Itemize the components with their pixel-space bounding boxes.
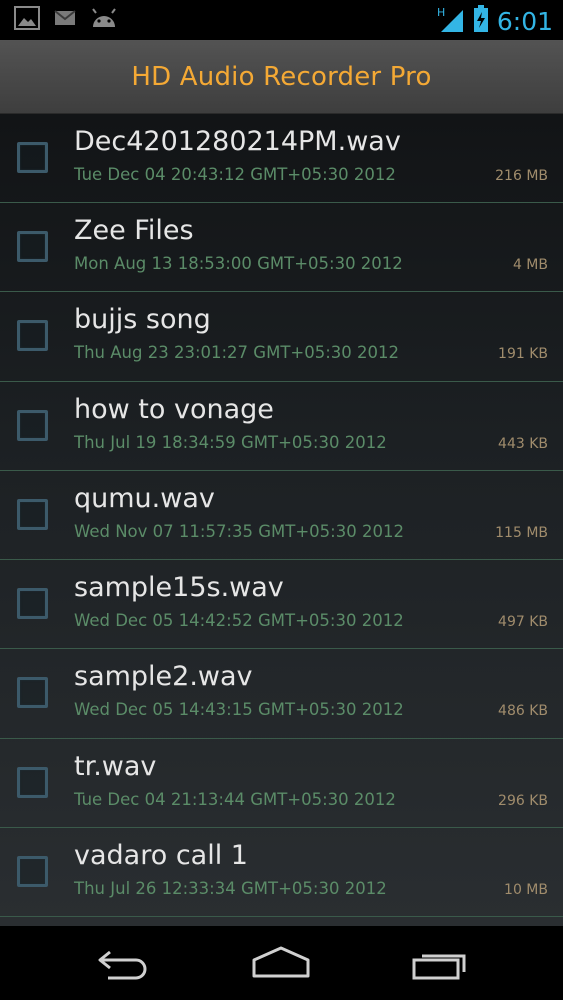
signal-label: H (437, 6, 445, 19)
select-checkbox[interactable] (17, 498, 48, 530)
file-date: Thu Jul 19 18:34:59 GMT+05:30 2012 (74, 432, 387, 452)
list-item[interactable]: Dec4201280214PM.wav Tue Dec 04 20:43:12 … (0, 114, 563, 203)
signal-icon: H (437, 4, 465, 38)
list-item[interactable]: sample15s.wav Wed Dec 05 14:42:52 GMT+05… (0, 560, 563, 650)
file-list: Dec4201280214PM.wav Tue Dec 04 20:43:12 … (0, 114, 563, 926)
file-name: Dec4201280214PM.wav (74, 126, 401, 157)
select-checkbox[interactable] (17, 677, 48, 709)
file-size: 115 MB (495, 524, 548, 541)
select-checkbox[interactable] (17, 142, 48, 173)
home-icon[interactable] (250, 944, 312, 984)
file-date: Thu Aug 23 23:01:27 GMT+05:30 2012 (74, 343, 400, 363)
select-checkbox[interactable] (17, 856, 48, 888)
file-date: Tue Dec 04 21:13:44 GMT+05:30 2012 (74, 789, 396, 809)
app-title: HD Audio Recorder Pro (131, 61, 432, 92)
file-date: Wed Nov 07 11:57:35 GMT+05:30 2012 (74, 521, 404, 541)
file-date: Tue Dec 04 20:43:12 GMT+05:30 2012 (74, 165, 396, 184)
list-item[interactable]: bujjs song Thu Aug 23 23:01:27 GMT+05:30… (0, 292, 563, 382)
list-item[interactable]: how to vonage Thu Jul 19 18:34:59 GMT+05… (0, 382, 563, 471)
list-item[interactable]: tr.wav Tue Dec 04 21:13:44 GMT+05:30 201… (0, 739, 563, 829)
file-name: sample15s.wav (74, 572, 284, 604)
select-checkbox[interactable] (17, 409, 48, 441)
file-size: 191 KB (498, 346, 548, 363)
navigation-bar (0, 926, 563, 1000)
file-name: vadaro call 1 (74, 840, 248, 872)
mail-icon (54, 9, 76, 31)
status-bar: H 6:01 (0, 0, 563, 40)
select-checkbox[interactable] (17, 231, 48, 262)
status-clock: 6:01 (496, 6, 553, 36)
file-size: 486 KB (498, 703, 548, 720)
file-name: qumu.wav (74, 482, 215, 514)
file-name: bujjs song (74, 304, 211, 336)
list-item[interactable]: qumu.wav Wed Nov 07 11:57:35 GMT+05:30 2… (0, 471, 563, 561)
battery-icon (473, 5, 489, 37)
file-size: 296 KB (498, 792, 548, 809)
file-name: sample2.wav (74, 661, 253, 693)
file-size: 10 MB (504, 882, 548, 899)
file-name: how to vonage (74, 393, 274, 425)
file-size: 216 MB (495, 168, 548, 184)
file-size: 443 KB (498, 435, 548, 452)
list-item[interactable]: vadaro call 1 Thu Jul 26 12:33:34 GMT+05… (0, 828, 563, 918)
select-checkbox[interactable] (17, 588, 48, 620)
select-checkbox[interactable] (17, 320, 48, 352)
file-date: Wed Dec 05 14:42:52 GMT+05:30 2012 (74, 611, 404, 631)
list-item[interactable]: sample2.wav Wed Dec 05 14:43:15 GMT+05:3… (0, 649, 563, 739)
file-name: tr.wav (74, 750, 157, 782)
select-checkbox[interactable] (17, 766, 48, 798)
file-size: 4 MB (512, 257, 548, 273)
android-icon (90, 7, 118, 33)
file-date: Thu Jul 26 12:33:34 GMT+05:30 2012 (74, 879, 387, 899)
back-icon[interactable] (96, 944, 154, 984)
file-name: Zee Files (74, 215, 194, 246)
file-date: Wed Dec 05 14:43:15 GMT+05:30 2012 (74, 700, 404, 720)
recent-apps-icon[interactable] (410, 944, 468, 984)
list-item[interactable]: Zee Files Mon Aug 13 18:53:00 GMT+05:30 … (0, 203, 563, 293)
file-size: 497 KB (498, 614, 548, 631)
file-date: Mon Aug 13 18:53:00 GMT+05:30 2012 (74, 254, 403, 273)
action-bar: HD Audio Recorder Pro (0, 40, 563, 114)
gallery-icon (14, 6, 40, 34)
